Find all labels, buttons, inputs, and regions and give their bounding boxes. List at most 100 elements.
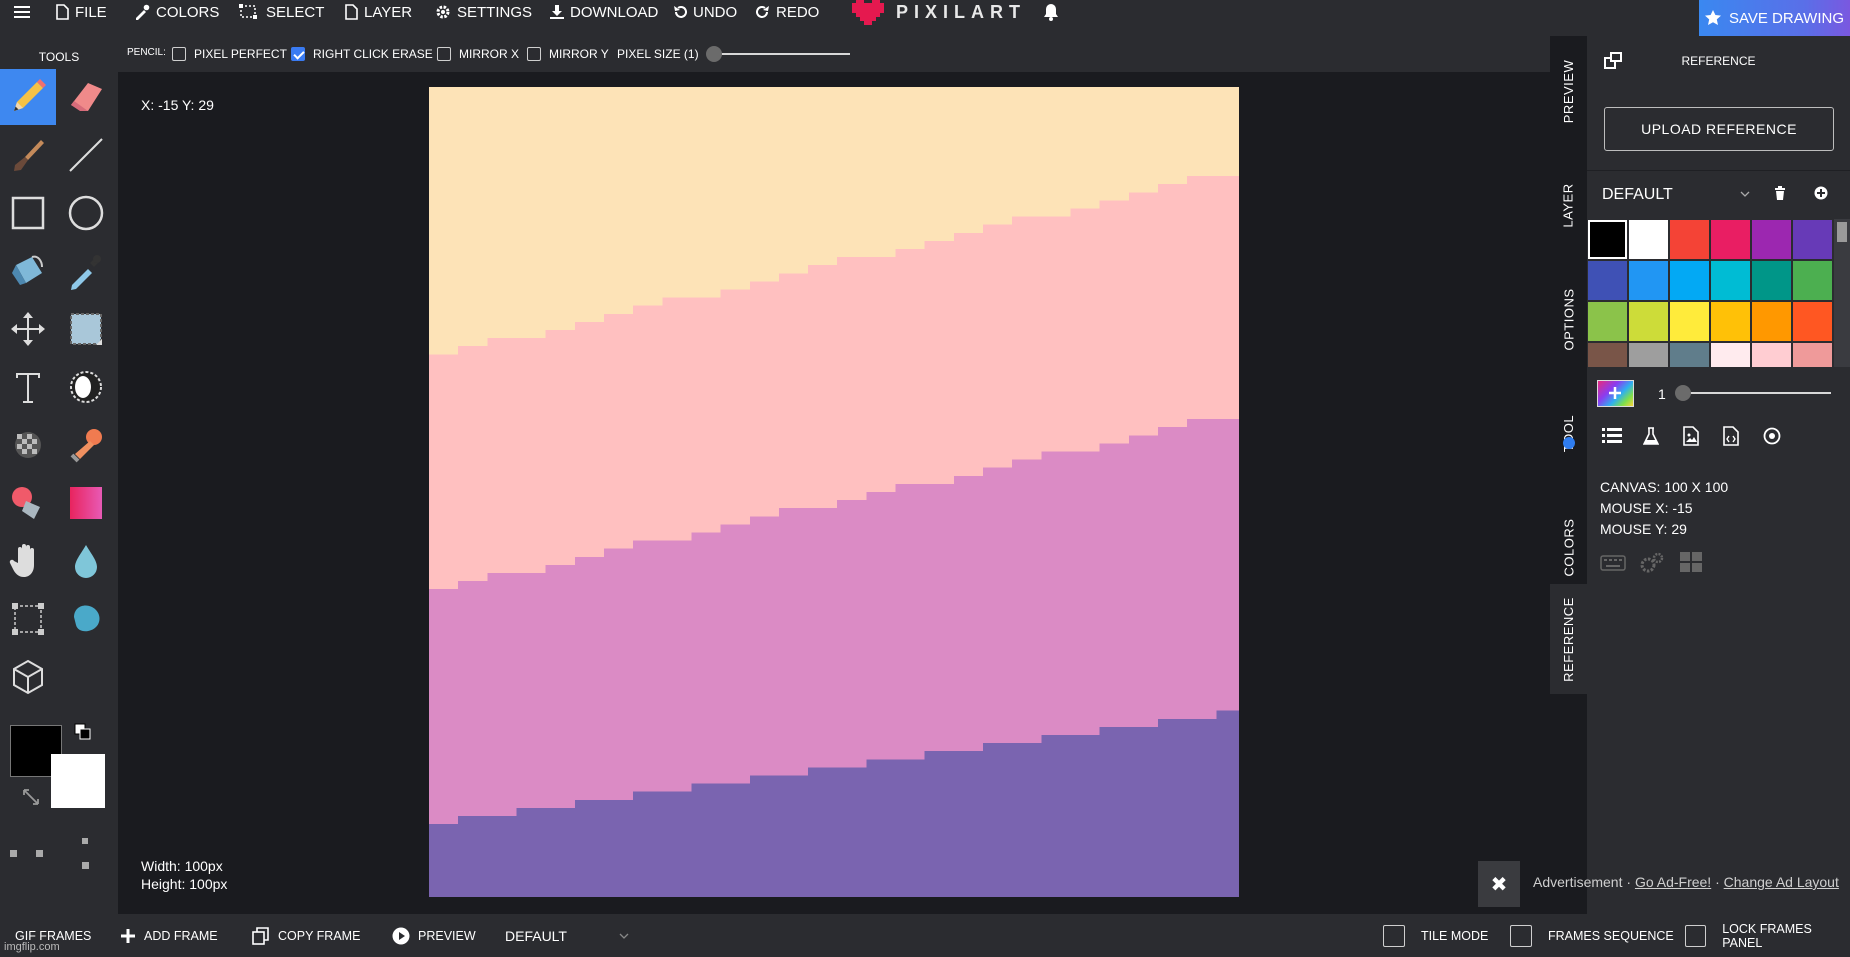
custom-color-picker-button[interactable] <box>1597 380 1634 407</box>
right-click-erase-option[interactable]: RIGHT CLICK ERASE <box>291 36 433 72</box>
line-tool[interactable] <box>58 127 114 183</box>
file-code-icon[interactable] <box>1723 426 1739 446</box>
palette-swatch[interactable] <box>1629 220 1668 259</box>
palette-swatch[interactable] <box>1670 220 1709 259</box>
stamp-tool[interactable] <box>58 417 114 473</box>
tab-options[interactable]: OPTIONS <box>1550 264 1587 374</box>
add-frame-button[interactable]: ADD FRAME <box>120 914 218 957</box>
palette-swatch[interactable] <box>1793 261 1832 300</box>
save-drawing-button[interactable]: SAVE DRAWING <box>1699 0 1850 36</box>
dot-medium-icon[interactable] <box>82 862 89 869</box>
file-menu[interactable]: FILE <box>56 0 107 24</box>
layer-menu[interactable]: LAYER <box>345 0 412 24</box>
medium-brush-dot[interactable] <box>36 850 43 857</box>
go-ad-free-link[interactable]: Go Ad-Free! <box>1635 874 1711 890</box>
colors-menu[interactable]: COLORS <box>134 0 219 24</box>
palette-swatch[interactable] <box>1711 261 1750 300</box>
palette-swatch[interactable] <box>1670 261 1709 300</box>
tab-reference[interactable]: REFERENCE <box>1550 584 1587 694</box>
mirror-x-checkbox[interactable] <box>437 47 451 61</box>
chevron-down-icon[interactable] <box>1740 189 1750 199</box>
undo-button[interactable]: UNDO <box>673 0 737 24</box>
gradient-tool[interactable] <box>58 475 114 531</box>
text-tool[interactable] <box>0 359 56 415</box>
palette-swatch[interactable] <box>1711 220 1750 259</box>
hamburger-menu-button[interactable] <box>14 0 30 24</box>
mirror-x-option[interactable]: MIRROR X <box>437 36 519 72</box>
reset-colors-icon[interactable] <box>22 788 40 806</box>
select-tool[interactable] <box>58 301 114 357</box>
palette-name[interactable]: DEFAULT <box>1602 186 1673 204</box>
palette-swatch[interactable] <box>1752 302 1791 341</box>
flask-icon[interactable] <box>1643 427 1659 445</box>
mirror-y-option[interactable]: MIRROR Y <box>527 36 609 72</box>
secondary-color-swatch[interactable] <box>51 754 105 808</box>
tile-mode-option[interactable]: TILE MODE <box>1383 914 1488 957</box>
opacity-slider-knob[interactable] <box>1675 385 1691 401</box>
preview-button[interactable]: PREVIEW <box>392 914 476 957</box>
brush-tool[interactable] <box>0 127 56 183</box>
grid-layout-icon[interactable] <box>1680 552 1702 572</box>
swap-colors-icon[interactable] <box>74 723 92 741</box>
palette-swatch[interactable] <box>1752 343 1791 367</box>
palette-swatch[interactable] <box>1793 220 1832 259</box>
checker-tool[interactable] <box>0 417 56 473</box>
pixilart-logo[interactable]: PIXILART <box>852 0 1026 25</box>
palette-swatch[interactable] <box>1588 302 1627 341</box>
notifications-button[interactable] <box>1043 0 1059 24</box>
crop-tool[interactable] <box>0 591 56 647</box>
change-ad-layout-link[interactable]: Change Ad Layout <box>1724 874 1839 890</box>
tab-layer[interactable]: LAYER <box>1550 150 1587 260</box>
palette-swatch[interactable] <box>1670 343 1709 367</box>
settings-menu[interactable]: SETTINGS <box>435 0 532 24</box>
palette-swatch[interactable] <box>1588 343 1627 367</box>
pencil-tool[interactable] <box>0 69 56 125</box>
palette-swatch[interactable] <box>1793 302 1832 341</box>
move-tool[interactable] <box>0 301 56 357</box>
smudge-tool[interactable] <box>58 591 114 647</box>
target-icon[interactable] <box>1763 427 1781 445</box>
frames-sequence-checkbox[interactable] <box>1510 924 1532 947</box>
upload-reference-button[interactable]: UPLOAD REFERENCE <box>1604 107 1834 151</box>
lock-frames-panel-option[interactable]: LOCK FRAMES PANEL <box>1685 914 1850 957</box>
close-ad-button[interactable]: ✖ <box>1478 861 1520 907</box>
eraser-tool[interactable] <box>58 69 114 125</box>
keyboard-icon[interactable] <box>1600 555 1626 571</box>
fill-bucket-tool[interactable] <box>0 243 56 299</box>
palette-swatch[interactable] <box>1752 261 1791 300</box>
palette-swatch[interactable] <box>1711 302 1750 341</box>
dot-small-icon[interactable] <box>82 838 88 844</box>
right-click-erase-checkbox[interactable] <box>291 47 305 61</box>
add-palette-icon[interactable] <box>1814 186 1828 200</box>
palette-scrollbar-thumb[interactable] <box>1837 222 1847 242</box>
palette-swatch[interactable] <box>1588 261 1627 300</box>
small-brush-dot[interactable] <box>10 850 17 857</box>
tab-preview[interactable]: PREVIEW <box>1550 36 1587 146</box>
tile-mode-checkbox[interactable] <box>1383 924 1405 947</box>
dither-light-tool[interactable] <box>58 359 114 415</box>
rectangle-tool[interactable] <box>0 185 56 241</box>
palette-swatch[interactable] <box>1629 261 1668 300</box>
opacity-slider-track[interactable] <box>1677 392 1831 394</box>
hand-tool[interactable] <box>0 533 56 589</box>
frames-sequence-option[interactable]: FRAMES SEQUENCE <box>1510 914 1674 957</box>
pixel-perfect-option[interactable]: PIXEL PERFECT <box>172 36 287 72</box>
color-picker-tool[interactable] <box>58 243 114 299</box>
redo-button[interactable]: REDO <box>756 0 819 24</box>
download-menu[interactable]: DOWNLOAD <box>550 0 658 24</box>
palette-swatch[interactable] <box>1588 220 1627 259</box>
gears-icon[interactable] <box>1639 551 1665 575</box>
palette-swatch[interactable] <box>1752 220 1791 259</box>
ellipse-tool[interactable] <box>58 185 114 241</box>
frame-select[interactable]: DEFAULT <box>505 914 567 957</box>
trash-icon[interactable] <box>1774 186 1786 200</box>
pixel-perfect-checkbox[interactable] <box>172 47 186 61</box>
pixel-size-slider-track[interactable] <box>708 53 850 55</box>
select-menu[interactable]: SELECT <box>238 0 324 24</box>
palette-swatch[interactable] <box>1629 343 1668 367</box>
chevron-down-icon[interactable] <box>619 932 629 940</box>
spray-tool[interactable] <box>0 475 56 531</box>
palette-swatch[interactable] <box>1629 302 1668 341</box>
3d-tool[interactable] <box>0 649 56 705</box>
list-icon[interactable] <box>1602 428 1622 444</box>
